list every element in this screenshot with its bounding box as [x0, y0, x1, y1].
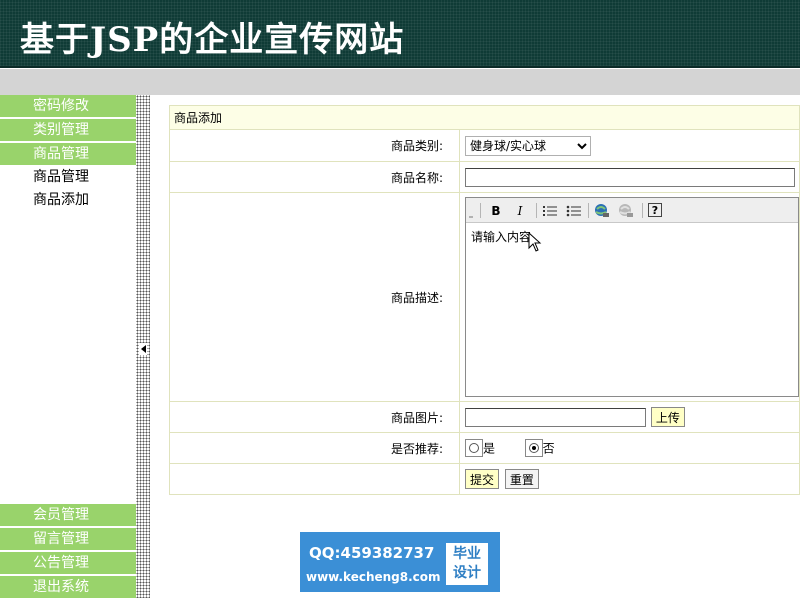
insert-link-icon[interactable] [594, 203, 610, 219]
mouse-cursor-icon [528, 232, 542, 252]
header-sub-bar [0, 69, 800, 95]
toolbar-grip-icon [468, 203, 474, 219]
watermark-badge: 毕业 设计 [446, 543, 488, 585]
header-banner: 基于JSP的企业宣传网站 [0, 0, 800, 68]
toolbar-separator [480, 203, 481, 218]
sidebar: 密码修改 类别管理 商品管理 商品管理 商品添加 会员管理 留言管理 公告管理 … [0, 95, 136, 598]
radio-yes[interactable] [465, 439, 483, 457]
product-name-input[interactable] [465, 167, 795, 187]
image-label: 商品图片: [169, 401, 460, 433]
radio-circle-icon [528, 443, 539, 453]
name-label: 商品名称: [169, 161, 460, 193]
category-label: 商品类别: [169, 129, 460, 162]
image-path-input[interactable] [465, 407, 646, 427]
form-caption: 商品添加 [169, 105, 800, 130]
watermark-badge-line1: 毕业 [453, 546, 481, 562]
editor-toolbar: B I ? [466, 198, 798, 223]
radio-yes-label: 是 [483, 441, 496, 456]
sidebar-subitem-product-add[interactable]: 商品添加 [33, 190, 89, 210]
radio-circle-icon [469, 443, 479, 453]
sidebar-splitter[interactable] [136, 95, 150, 598]
help-button[interactable]: ? [648, 203, 662, 217]
editor-content-area[interactable]: 请输入内容 [466, 223, 798, 250]
sidebar-subitem-product-manage[interactable]: 商品管理 [33, 167, 89, 187]
watermark-badge-line2: 设计 [453, 565, 481, 581]
category-select[interactable]: 健身球/实心球 [465, 135, 591, 156]
sidebar-item-member[interactable]: 会员管理 [0, 504, 136, 527]
sidebar-item-notice[interactable]: 公告管理 [0, 552, 136, 575]
actions-row: 提交 重置 [169, 463, 800, 495]
product-add-form: 商品添加 商品类别: 健身球/实心球 商品名称: 商品描述: B I ? 请输入… [169, 105, 800, 495]
rich-text-editor: B I ? 请输入内容 [465, 197, 799, 397]
unordered-list-icon[interactable] [566, 203, 582, 219]
radio-no[interactable] [524, 439, 543, 457]
site-title: 基于JSP的企业宣传网站 [20, 20, 405, 60]
name-row: 商品名称: [169, 161, 800, 193]
recommend-label: 是否推荐: [169, 432, 460, 464]
form-caption-row: 商品添加 [169, 105, 800, 130]
ordered-list-icon[interactable] [542, 203, 558, 219]
italic-button[interactable]: I [512, 203, 528, 219]
radio-no-label: 否 [542, 441, 555, 456]
watermark-url: www.kecheng8.com [306, 570, 441, 584]
description-label: 商品描述: [169, 192, 460, 402]
watermark-qq: QQ:459382737 [309, 544, 435, 562]
sidebar-item-category[interactable]: 类别管理 [0, 119, 136, 142]
submit-button[interactable]: 提交 [465, 469, 500, 489]
sidebar-item-message[interactable]: 留言管理 [0, 528, 136, 551]
sidebar-item-logout[interactable]: 退出系统 [0, 576, 136, 598]
recommend-row: 是否推荐: 是 否 [169, 432, 800, 464]
toolbar-separator [588, 203, 589, 218]
toolbar-separator [642, 203, 643, 218]
sidebar-item-product[interactable]: 商品管理 [0, 143, 136, 166]
remove-link-icon[interactable] [618, 203, 634, 219]
main-content: 商品添加 商品类别: 健身球/实心球 商品名称: 商品描述: B I ? 请输入… [150, 95, 800, 598]
category-row: 商品类别: 健身球/实心球 [169, 129, 800, 162]
collapse-arrow-icon[interactable] [139, 343, 147, 355]
watermark-banner: QQ:459382737 www.kecheng8.com 毕业 设计 [300, 532, 500, 592]
bold-button[interactable]: B [488, 203, 504, 219]
image-row: 商品图片: 上传 [169, 401, 800, 433]
toolbar-separator [536, 203, 537, 218]
upload-button[interactable]: 上传 [650, 407, 685, 427]
sidebar-item-password[interactable]: 密码修改 [0, 95, 136, 118]
reset-button[interactable]: 重置 [504, 469, 539, 489]
editor-placeholder-text: 请输入内容 [471, 230, 532, 244]
description-row: 商品描述: B I ? 请输入内容 [169, 192, 800, 402]
